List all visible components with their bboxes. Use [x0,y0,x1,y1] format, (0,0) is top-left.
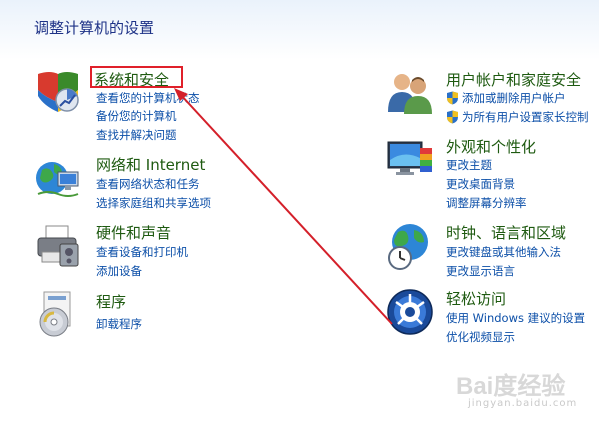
monitor-palette-icon[interactable] [386,136,434,184]
page-title: 调整计算机的设置 [34,19,155,37]
category-user-accounts: 用户帐户和家庭安全 添加或删除用户帐户 为所有用户设置家长控制 [386,68,596,128]
category-title-clock-region[interactable]: 时钟、语言和区域 [446,222,566,243]
link-add-device[interactable]: 添加设备 [96,263,142,279]
link-uninstall-program[interactable]: 卸载程序 [96,316,142,332]
category-title-hardware-sound[interactable]: 硬件和声音 [96,222,171,243]
shield-chart-icon[interactable] [34,68,82,116]
annotation-highlight-box [90,66,183,88]
link-desktop-background[interactable]: 更改桌面背景 [446,176,515,192]
watermark-url: jingyan.baidu.com [468,398,578,409]
category-clock-language-region: 时钟、语言和区域 更改键盘或其他输入法 更改显示语言 [386,222,596,282]
category-title-ease-of-access[interactable]: 轻松访问 [446,288,506,309]
category-network-internet: 网络和 Internet 查看网络状态和任务 选择家庭组和共享选项 [34,154,234,214]
link-add-remove-users-label: 添加或删除用户帐户 [462,91,566,105]
link-change-theme[interactable]: 更改主题 [446,157,492,173]
watermark-logo: Bai度经验 [456,373,566,400]
link-add-remove-users[interactable]: 添加或删除用户帐户 [446,90,566,106]
users-icon[interactable] [386,68,434,116]
category-title-network-internet[interactable]: 网络和 Internet [96,154,205,175]
link-parental-controls[interactable]: 为所有用户设置家长控制 [446,109,589,125]
uac-shield-icon [447,91,458,105]
link-optimize-display[interactable]: 优化视频显示 [446,329,515,345]
link-network-status[interactable]: 查看网络状态和任务 [96,176,200,192]
link-parental-controls-label: 为所有用户设置家长控制 [462,110,589,124]
link-change-display-language[interactable]: 更改显示语言 [446,263,515,279]
category-appearance: 外观和个性化 更改主题 更改桌面背景 调整屏幕分辨率 [386,136,596,216]
link-homegroup-sharing[interactable]: 选择家庭组和共享选项 [96,195,211,211]
uac-shield-icon [447,110,458,124]
link-view-computer-status[interactable]: 查看您的计算机状态 [96,90,200,106]
link-backup-computer[interactable]: 备份您的计算机 [96,108,177,124]
link-devices-printers[interactable]: 查看设备和打印机 [96,244,188,260]
link-screen-resolution[interactable]: 调整屏幕分辨率 [446,195,527,211]
program-disc-icon[interactable] [34,290,82,338]
category-ease-of-access: 轻松访问 使用 Windows 建议的设置 优化视频显示 [386,288,596,348]
accessibility-icon[interactable] [386,288,434,336]
category-hardware-sound: 硬件和声音 查看设备和打印机 添加设备 [34,222,234,282]
globe-clock-icon[interactable] [386,222,434,270]
category-title-appearance[interactable]: 外观和个性化 [446,136,536,157]
globe-network-icon[interactable] [34,154,82,202]
category-programs: 程序 卸载程序 [34,290,234,350]
category-title-user-accounts[interactable]: 用户帐户和家庭安全 [446,69,581,90]
link-change-keyboard[interactable]: 更改键盘或其他输入法 [446,244,561,260]
printer-icon[interactable] [34,222,82,270]
link-troubleshoot[interactable]: 查找并解决问题 [96,127,177,143]
category-title-programs[interactable]: 程序 [96,291,126,312]
link-windows-suggested[interactable]: 使用 Windows 建议的设置 [446,310,585,326]
